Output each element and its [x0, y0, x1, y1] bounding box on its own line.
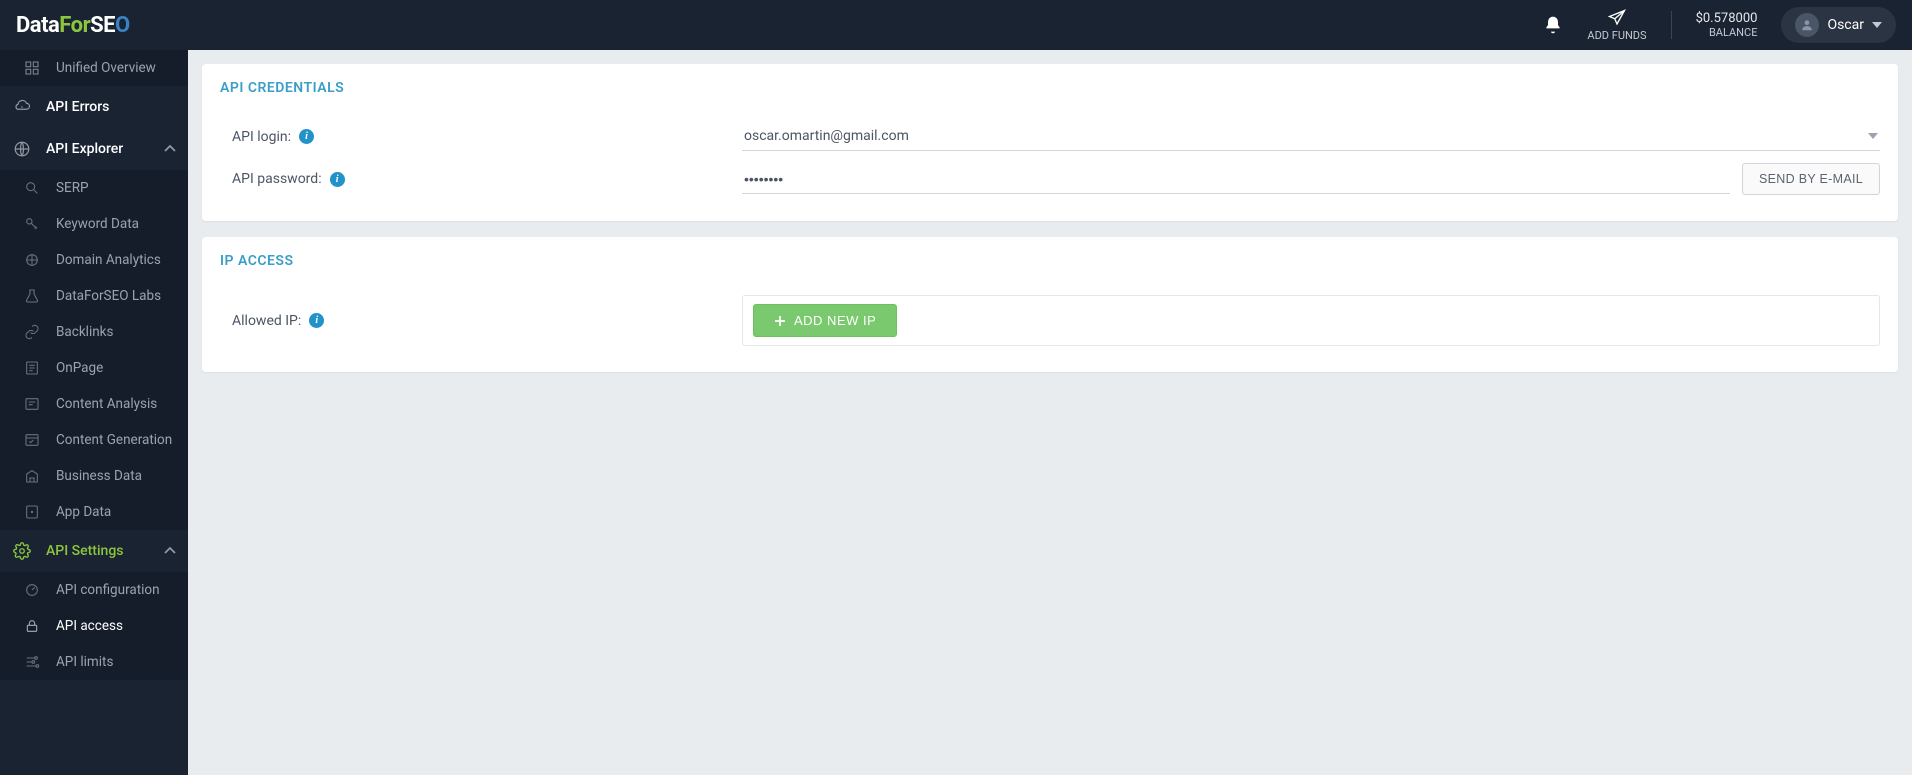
card-title-credentials: API CREDENTIALS [220, 80, 1880, 96]
api-login-value: oscar.omartin@gmail.com [744, 128, 909, 144]
balance-label: BALANCE [1696, 26, 1758, 39]
plus-icon [774, 315, 786, 327]
sidebar-item-api-explorer[interactable]: API Explorer [0, 128, 188, 170]
api-login-row: API login: i oscar.omartin@gmail.com [220, 116, 1880, 157]
allowed-ip-container: ADD NEW IP [742, 295, 1880, 346]
chevron-up-icon [164, 143, 176, 155]
domain-icon [22, 252, 42, 268]
content-analysis-icon [22, 396, 42, 412]
allowed-ip-row: Allowed IP: i ADD NEW IP [220, 289, 1880, 352]
topbar: DataForSEO ADD FUNDS $0.578000 BALANCE O… [0, 0, 1912, 50]
brand-logo[interactable]: DataForSEO [16, 13, 130, 38]
content-generation-icon [22, 432, 42, 448]
sidebar-item-domain-analytics[interactable]: Domain Analytics [0, 242, 188, 278]
sliders-icon [22, 654, 42, 670]
info-icon[interactable]: i [299, 129, 314, 144]
sidebar-item-onpage[interactable]: OnPage [0, 350, 188, 386]
overview-icon [22, 60, 42, 76]
divider [1671, 11, 1672, 39]
api-credentials-card: API CREDENTIALS API login: i oscar.omart… [202, 64, 1898, 221]
keyword-icon [22, 216, 42, 232]
cloud-error-icon [12, 98, 32, 116]
caret-down-icon [1872, 20, 1882, 30]
sidebar-item-api-access[interactable]: API access [0, 608, 188, 644]
sidebar-item-business-data[interactable]: Business Data [0, 458, 188, 494]
ip-access-card: IP ACCESS Allowed IP: i ADD NEW IP [202, 237, 1898, 372]
sidebar-item-api-errors[interactable]: API Errors [0, 86, 188, 128]
gauge-icon [22, 582, 42, 598]
info-icon[interactable]: i [330, 172, 345, 187]
paper-plane-icon [1606, 9, 1628, 27]
sidebar-item-content-generation[interactable]: Content Generation [0, 422, 188, 458]
labs-icon [22, 288, 42, 304]
allowed-ip-label: Allowed IP: [232, 313, 301, 329]
business-data-icon [22, 468, 42, 484]
add-new-ip-button[interactable]: ADD NEW IP [753, 304, 897, 337]
add-funds-label: ADD FUNDS [1587, 29, 1646, 42]
explorer-subitems: SERP Keyword Data Domain Analytics DataF… [0, 170, 188, 530]
user-name: Oscar [1827, 17, 1864, 33]
sidebar-item-app-data[interactable]: App Data [0, 494, 188, 530]
balance-amount: $0.578000 [1696, 11, 1758, 26]
sidebar-item-keyword-data[interactable]: Keyword Data [0, 206, 188, 242]
sidebar-item-content-analysis[interactable]: Content Analysis [0, 386, 188, 422]
sidebar-item-serp[interactable]: SERP [0, 170, 188, 206]
gear-icon [12, 542, 32, 560]
send-by-email-button[interactable]: SEND BY E-MAIL [1742, 163, 1880, 195]
api-login-select[interactable]: oscar.omartin@gmail.com [742, 122, 1880, 151]
chevron-up-icon [164, 545, 176, 557]
sidebar-item-api-limits[interactable]: API limits [0, 644, 188, 680]
api-password-input[interactable] [742, 165, 1730, 194]
serp-icon [22, 180, 42, 196]
card-title-ip-access: IP ACCESS [220, 253, 1880, 269]
balance-display: $0.578000 BALANCE [1696, 11, 1758, 39]
sidebar-item-unified-overview[interactable]: Unified Overview [0, 50, 188, 86]
info-icon[interactable]: i [309, 313, 324, 328]
api-password-row: API password: i SEND BY E-MAIL [220, 157, 1880, 201]
topbar-right: ADD FUNDS $0.578000 BALANCE Oscar [1543, 7, 1896, 43]
avatar-icon [1795, 13, 1819, 37]
sidebar-item-backlinks[interactable]: Backlinks [0, 314, 188, 350]
caret-down-icon [1868, 131, 1878, 141]
sidebar-item-api-settings[interactable]: API Settings [0, 530, 188, 572]
explorer-icon [12, 140, 32, 158]
user-menu[interactable]: Oscar [1781, 7, 1896, 43]
api-login-label: API login: [232, 129, 291, 145]
settings-subitems: API configuration API access API limits [0, 572, 188, 680]
backlinks-icon [22, 324, 42, 340]
sidebar-item-api-configuration[interactable]: API configuration [0, 572, 188, 608]
sidebar-item-dataforseo-labs[interactable]: DataForSEO Labs [0, 278, 188, 314]
app-data-icon [22, 504, 42, 520]
main-content: API CREDENTIALS API login: i oscar.omart… [188, 50, 1912, 775]
api-password-label: API password: [232, 171, 322, 187]
sidebar: Unified Overview API Errors API Explorer… [0, 50, 188, 775]
onpage-icon [22, 360, 42, 376]
bell-icon[interactable] [1543, 15, 1563, 35]
lock-icon [22, 618, 42, 634]
add-funds-button[interactable]: ADD FUNDS [1587, 9, 1646, 42]
